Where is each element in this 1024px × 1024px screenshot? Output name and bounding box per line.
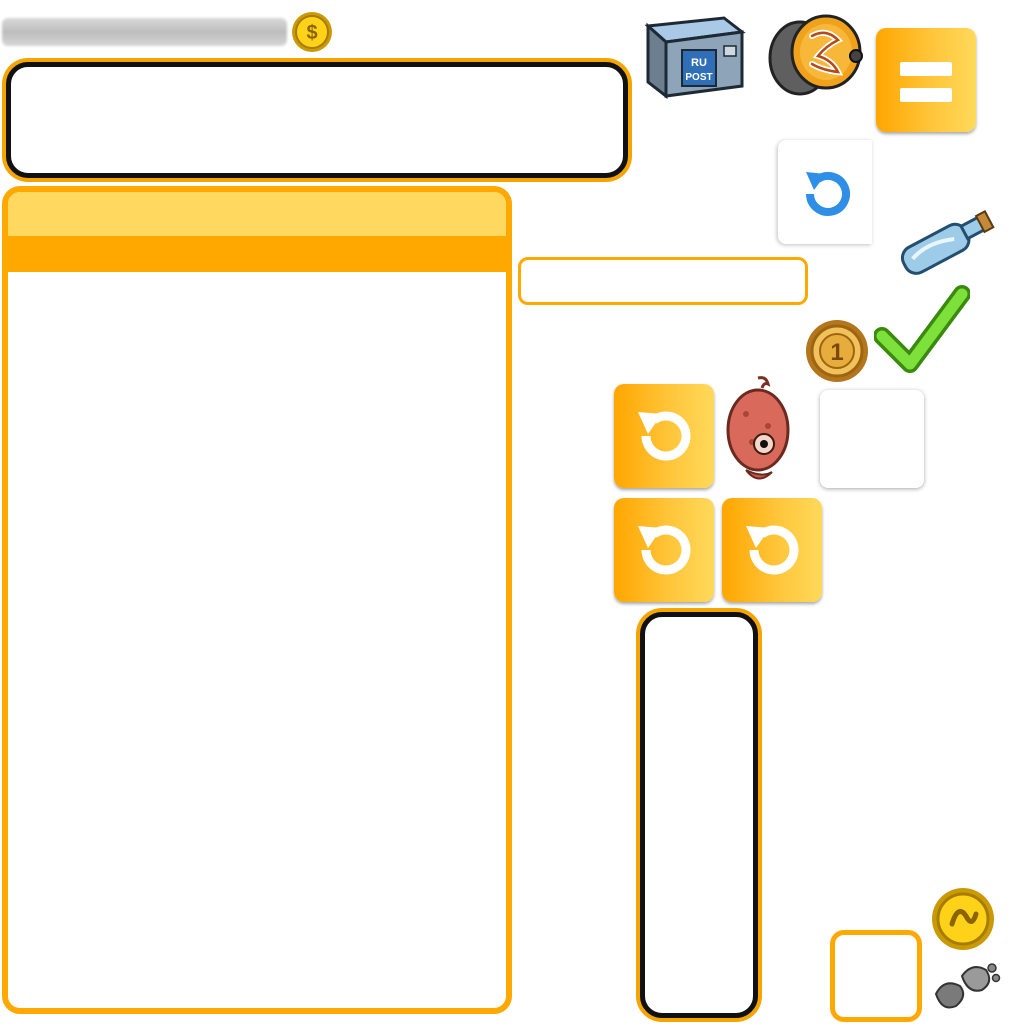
check-icon[interactable]: [874, 284, 970, 380]
rotate-button-3[interactable]: [722, 498, 822, 602]
dollar-coin-icon: $: [290, 10, 334, 54]
postbox-icon[interactable]: RU POST: [638, 4, 750, 100]
rotate-icon: [638, 411, 691, 461]
svg-text:RU: RU: [691, 57, 707, 69]
list-panel-header-band: [8, 236, 506, 272]
svg-text:$: $: [306, 22, 317, 44]
empty-slot-tile[interactable]: [820, 390, 924, 488]
bottle-icon[interactable]: [888, 204, 1000, 278]
list-panel-header-light: [8, 192, 506, 236]
menu-icon: [900, 62, 952, 76]
footprints-icon[interactable]: [930, 960, 1002, 1020]
text-input-field[interactable]: [518, 257, 808, 305]
coin-one-icon: 1: [804, 318, 870, 384]
menu-button[interactable]: [876, 28, 976, 132]
svg-text:1: 1: [830, 339, 843, 366]
bonus-coin-icon: [930, 886, 996, 952]
list-panel: [2, 186, 512, 1014]
rotate-icon: [746, 525, 799, 575]
menu-icon-bar: [900, 88, 952, 102]
refresh-button[interactable]: [778, 140, 872, 244]
message-panel: [6, 62, 628, 178]
pot-icon[interactable]: [760, 10, 870, 102]
fish-icon: [722, 374, 794, 490]
rotate-icon: [638, 525, 691, 575]
rotate-button-1[interactable]: [614, 384, 714, 488]
vertical-panel: [640, 612, 758, 1018]
svg-text:POST: POST: [685, 72, 712, 83]
rotate-button-2[interactable]: [614, 498, 714, 602]
small-slot-tile[interactable]: [830, 930, 922, 1022]
top-progress-bar: [2, 18, 287, 46]
refresh-icon: [806, 171, 850, 216]
